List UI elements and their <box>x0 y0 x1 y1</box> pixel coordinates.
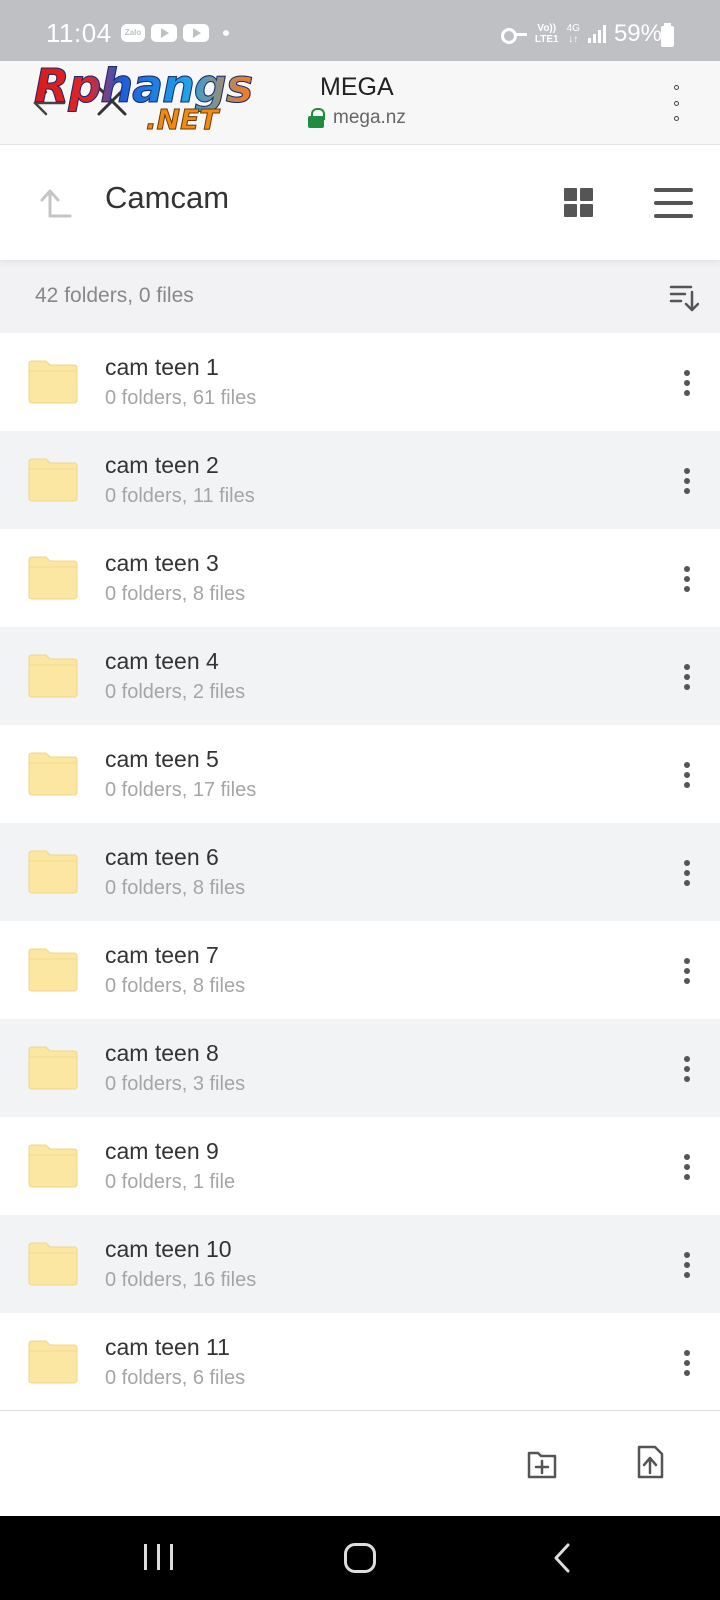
folder-name: cam teen 5 <box>105 746 219 772</box>
folder-icon <box>28 360 78 404</box>
folder-summary-bar: 42 folders, 0 files <box>0 260 720 333</box>
folder-name: cam teen 2 <box>105 452 219 478</box>
folder-icon <box>28 850 78 894</box>
folder-meta: 0 folders, 17 files <box>105 779 257 801</box>
row-menu-icon[interactable] <box>684 958 690 984</box>
folder-meta: 0 folders, 61 files <box>105 387 257 409</box>
battery-icon <box>661 23 674 47</box>
site-title: MEGA <box>320 73 394 101</box>
folder-meta: 0 folders, 3 files <box>105 1073 246 1095</box>
folder-meta: 0 folders, 8 files <box>105 583 246 605</box>
folder-name: cam teen 10 <box>105 1236 232 1262</box>
lock-icon <box>308 108 325 128</box>
status-indicators: Vo)) LTE1 4G ↓↑ 59% <box>500 20 662 48</box>
new-folder-icon[interactable] <box>527 1447 557 1479</box>
folder-row[interactable]: cam teen 10 0 folders, 16 files <box>0 1215 720 1313</box>
volte-indicator: Vo)) LTE1 <box>535 23 559 45</box>
watermark-main-text: Rphangs <box>33 59 253 114</box>
folder-icon <box>28 948 78 992</box>
row-menu-icon[interactable] <box>684 370 690 396</box>
folder-summary: 42 folders, 0 files <box>35 284 194 307</box>
folder-meta: 0 folders, 16 files <box>105 1269 257 1291</box>
folder-icon <box>28 654 78 698</box>
row-menu-icon[interactable] <box>684 1154 690 1180</box>
folder-row[interactable]: cam teen 6 0 folders, 8 files <box>0 823 720 921</box>
zalo-icon: Zalo <box>121 24 145 42</box>
folder-icon <box>28 1340 78 1384</box>
folder-name: cam teen 7 <box>105 942 219 968</box>
folder-meta: 0 folders, 2 files <box>105 681 246 703</box>
folder-meta: 0 folders, 8 files <box>105 877 246 899</box>
folder-icon <box>28 1242 78 1286</box>
status-bar: 11:04 Zalo Vo)) LTE1 4G ↓↑ 59% <box>0 0 720 61</box>
folder-row[interactable]: cam teen 1 0 folders, 61 files <box>0 333 720 431</box>
folder-row[interactable]: cam teen 5 0 folders, 17 files <box>0 725 720 823</box>
folder-meta: 0 folders, 8 files <box>105 975 246 997</box>
youtube-icon <box>183 24 209 42</box>
volte-label-top: Vo)) <box>537 23 557 34</box>
folder-row[interactable]: cam teen 8 0 folders, 3 files <box>0 1019 720 1117</box>
folder-name: cam teen 8 <box>105 1040 219 1066</box>
folder-icon <box>28 1046 78 1090</box>
folder-meta: 0 folders, 1 file <box>105 1171 236 1193</box>
folder-icon <box>28 458 78 502</box>
signal-icon <box>587 25 606 43</box>
status-time: 11:04 <box>46 18 112 48</box>
hamburger-menu-icon[interactable] <box>654 188 693 218</box>
site-url-text: mega.nz <box>333 107 406 128</box>
parent-folder-icon[interactable] <box>38 186 72 220</box>
folder-row[interactable]: cam teen 7 0 folders, 8 files <box>0 921 720 1019</box>
network-type-indicator: 4G ↓↑ <box>566 23 580 45</box>
recent-apps-icon[interactable] <box>144 1544 173 1570</box>
folder-row[interactable]: cam teen 3 0 folders, 8 files <box>0 529 720 627</box>
more-notifications-dot <box>223 30 229 36</box>
folder-name: cam teen 1 <box>105 354 219 380</box>
vpn-key-icon <box>500 27 527 44</box>
folder-meta: 0 folders, 11 files <box>105 485 255 507</box>
sort-icon[interactable] <box>669 284 699 312</box>
folder-name: cam teen 9 <box>105 1138 219 1164</box>
folder-header: Camcam <box>0 146 720 260</box>
folder-name: cam teen 11 <box>105 1334 230 1360</box>
folder-name: cam teen 6 <box>105 844 219 870</box>
folder-title: Camcam <box>105 180 230 215</box>
row-menu-icon[interactable] <box>684 1056 690 1082</box>
youtube-icon <box>151 24 177 42</box>
browser-menu-icon[interactable] <box>672 85 680 121</box>
notification-icons: Zalo <box>121 24 229 42</box>
site-url[interactable]: mega.nz <box>308 107 406 129</box>
folder-row[interactable]: cam teen 11 0 folders, 6 files <box>0 1313 720 1411</box>
folder-row[interactable]: cam teen 2 0 folders, 11 files <box>0 431 720 529</box>
volte-label-bottom: LTE1 <box>534 34 559 45</box>
row-menu-icon[interactable] <box>684 664 690 690</box>
folder-icon <box>28 752 78 796</box>
watermark-sub-text: .NET <box>145 103 219 137</box>
bottom-action-bar <box>0 1410 720 1516</box>
folder-name: cam teen 3 <box>105 550 219 576</box>
folder-row[interactable]: cam teen 9 0 folders, 1 file <box>0 1117 720 1215</box>
folder-icon <box>28 556 78 600</box>
row-menu-icon[interactable] <box>684 1252 690 1278</box>
folder-icon <box>28 1144 78 1188</box>
row-menu-icon[interactable] <box>684 860 690 886</box>
battery-percent: 59% <box>613 20 662 47</box>
browser-toolbar: Rphangs .NET MEGA mega.nz <box>0 59 720 145</box>
folder-meta: 0 folders, 6 files <box>105 1367 246 1389</box>
row-menu-icon[interactable] <box>684 762 690 788</box>
watermark-logo: Rphangs .NET <box>33 59 254 139</box>
folder-list: cam teen 1 0 folders, 61 files cam teen 2 0… <box>0 333 720 1411</box>
grid-view-icon[interactable] <box>564 188 593 217</box>
upload-file-icon[interactable] <box>636 1445 664 1479</box>
row-menu-icon[interactable] <box>684 1350 690 1376</box>
home-icon[interactable] <box>344 1543 376 1573</box>
back-icon[interactable] <box>552 1543 572 1573</box>
folder-name: cam teen 4 <box>105 648 219 674</box>
row-menu-icon[interactable] <box>684 468 690 494</box>
network-label: 4G <box>566 23 580 34</box>
system-nav-bar <box>0 1516 720 1600</box>
folder-row[interactable]: cam teen 4 0 folders, 2 files <box>0 627 720 725</box>
row-menu-icon[interactable] <box>684 566 690 592</box>
